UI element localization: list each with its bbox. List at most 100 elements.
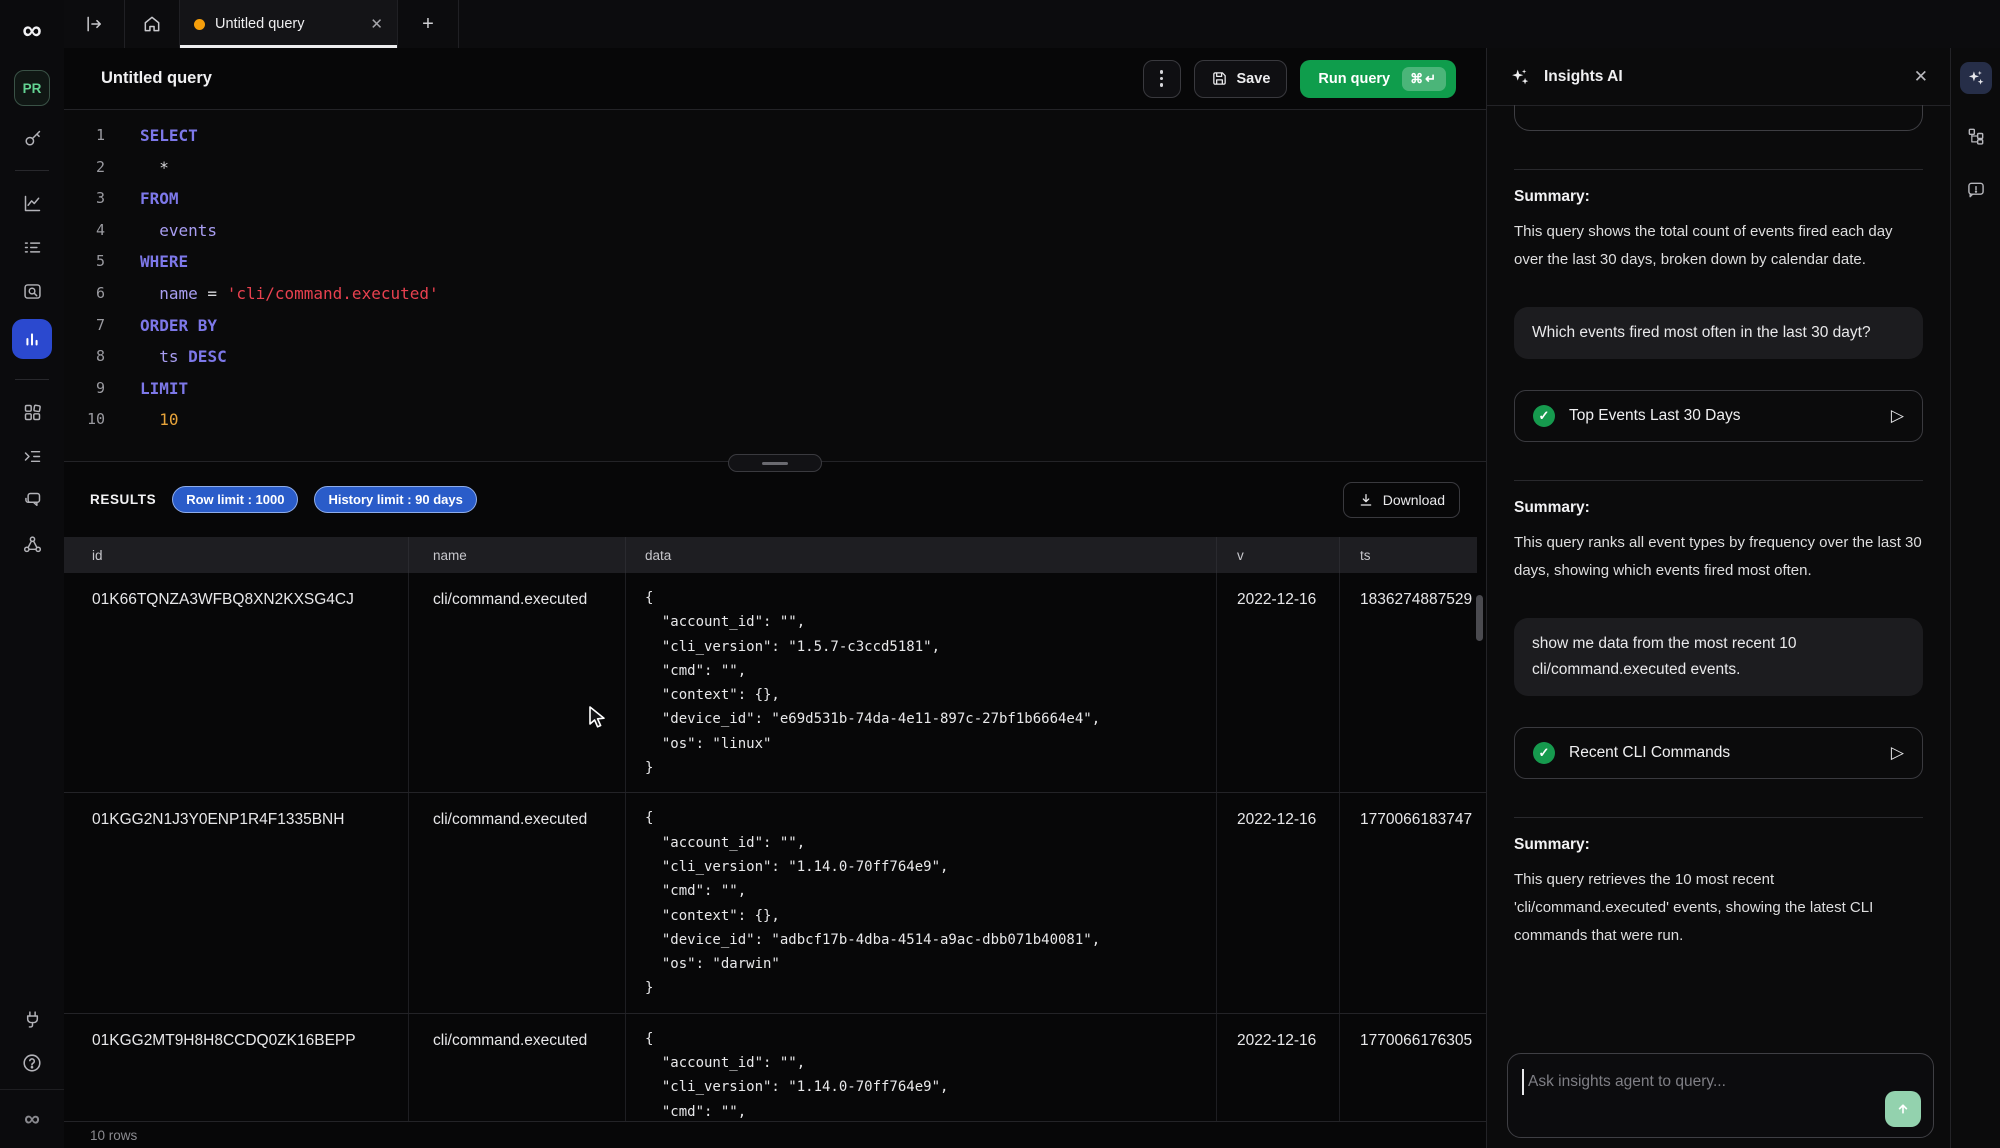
user-message-bubble: Which events fired most often in the las… bbox=[1514, 307, 1923, 359]
action-card-label: Recent CLI Commands bbox=[1569, 744, 1730, 762]
check-circle-icon: ✓ bbox=[1533, 742, 1555, 764]
table-footer: 10 rows bbox=[64, 1121, 1486, 1148]
sql-code: FROM bbox=[140, 183, 179, 215]
input-placeholder: Ask insights agent to query... bbox=[1528, 1073, 1726, 1091]
sql-line[interactable]: 10 10 bbox=[64, 404, 1486, 436]
user-message-bubble: show me data from the most recent 10 cli… bbox=[1514, 618, 1923, 696]
sql-line[interactable]: 2 * bbox=[64, 152, 1486, 184]
sql-code: SELECT bbox=[140, 120, 198, 152]
workspace-badge[interactable]: PR bbox=[14, 70, 50, 106]
cell-name: cli/command.executed bbox=[409, 573, 626, 792]
sparkle-icon bbox=[1509, 66, 1531, 88]
line-number: 4 bbox=[64, 215, 105, 247]
sql-code: WHERE bbox=[140, 246, 188, 278]
cell-v: 2022-12-16 bbox=[1217, 1014, 1340, 1122]
data-explorer-icon[interactable] bbox=[20, 279, 44, 303]
summary-text: This query shows the total count of even… bbox=[1514, 218, 1923, 274]
query-action-card[interactable]: ✓Top Events Last 30 Days▷ bbox=[1514, 390, 1923, 442]
sql-line[interactable]: 4 events bbox=[64, 215, 1486, 247]
sql-lines: 1SELECT2 *3FROM4 events5 WHERE6 name = 'c… bbox=[64, 120, 1486, 436]
sql-code: * bbox=[140, 152, 169, 184]
sql-line[interactable]: 6 name = 'cli/command.executed' bbox=[64, 278, 1486, 310]
api-keys-icon[interactable] bbox=[20, 126, 44, 150]
insights-input[interactable]: Ask insights agent to query... bbox=[1507, 1053, 1934, 1138]
history-limit-badge[interactable]: History limit : 90 days bbox=[314, 486, 476, 513]
results-toolbar: RESULTS Row limit : 1000 History limit :… bbox=[64, 462, 1486, 537]
feedback-rail-button[interactable] bbox=[1964, 178, 1988, 202]
new-tab-button[interactable]: + bbox=[398, 0, 459, 48]
help-icon[interactable] bbox=[20, 1051, 44, 1075]
summary-block: Summary:This query shows the total count… bbox=[1514, 188, 1923, 274]
line-number: 9 bbox=[64, 373, 105, 405]
table-row[interactable]: 01KGG2N1J3Y0ENP1R4F1335BNHcli/command.ex… bbox=[64, 793, 1486, 1013]
sidebar-divider bbox=[15, 379, 49, 380]
query-list-icon[interactable] bbox=[20, 235, 44, 259]
column-header-ts[interactable]: ts bbox=[1340, 537, 1477, 573]
sidebar-footer-logo: ∞ bbox=[0, 1089, 64, 1148]
query-editor-icon-active[interactable] bbox=[12, 319, 52, 359]
table-row[interactable]: 01K66TQNZA3WFBQ8XN2KXSG4CJcli/command.ex… bbox=[64, 573, 1486, 793]
insights-feed: Summary: This query shows the total count… bbox=[1487, 105, 1950, 1148]
apps-icon[interactable] bbox=[20, 400, 44, 424]
cell-ts: 1836274887529 bbox=[1340, 573, 1486, 792]
line-number: 7 bbox=[64, 310, 105, 342]
feed-divider bbox=[1514, 480, 1923, 481]
column-header-name[interactable]: name bbox=[409, 537, 626, 573]
tab-label: Untitled query bbox=[215, 16, 356, 32]
more-options-button[interactable] bbox=[1143, 60, 1181, 98]
plugins-icon[interactable] bbox=[20, 1007, 44, 1031]
sql-line[interactable]: 1SELECT bbox=[64, 120, 1486, 152]
sql-line[interactable]: 3FROM bbox=[64, 183, 1486, 215]
summary-text: This query ranks all event types by freq… bbox=[1514, 529, 1923, 585]
app-logo-icon: ∞ bbox=[22, 16, 41, 44]
run-play-icon[interactable]: ▷ bbox=[1891, 743, 1904, 763]
line-number: 10 bbox=[64, 404, 105, 436]
home-tab-button[interactable] bbox=[125, 0, 180, 48]
column-header-data[interactable]: data bbox=[626, 537, 1217, 573]
expand-sidebar-button[interactable] bbox=[64, 0, 125, 48]
page-title: Untitled query bbox=[101, 69, 212, 88]
tab-bar: Untitled query ✕ + bbox=[64, 0, 2000, 49]
table-scrollbar[interactable] bbox=[1476, 595, 1483, 641]
right-rail bbox=[1950, 48, 2000, 1148]
run-shortcut-badge: ⌘↵ bbox=[1402, 67, 1446, 91]
sparkle-icon bbox=[1966, 68, 1986, 88]
query-workspace: Untitled query Save Run query ⌘↵ 1SELECT… bbox=[64, 48, 1486, 1148]
save-button[interactable]: Save bbox=[1194, 60, 1288, 98]
line-number: 5 bbox=[64, 246, 105, 278]
insights-ai-rail-button[interactable] bbox=[1960, 62, 1992, 94]
sql-line[interactable]: 8 ts DESC bbox=[64, 341, 1486, 373]
integrations-icon[interactable] bbox=[20, 532, 44, 556]
run-play-icon[interactable]: ▷ bbox=[1891, 406, 1904, 426]
summary-text: This query retrieves the 10 most recent … bbox=[1514, 866, 1923, 950]
summary-block: Summary:This query retrieves the 10 most… bbox=[1514, 836, 1923, 950]
console-icon[interactable] bbox=[20, 444, 44, 468]
row-limit-badge[interactable]: Row limit : 1000 bbox=[172, 486, 298, 513]
sql-editor[interactable]: 1SELECT2 *3FROM4 events5 WHERE6 name = 'c… bbox=[64, 110, 1486, 461]
feed-divider bbox=[1514, 169, 1923, 170]
line-number: 8 bbox=[64, 341, 105, 373]
table-row[interactable]: 01KGG2MT9H8H8CCDQ0ZK16BEPPcli/command.ex… bbox=[64, 1014, 1486, 1122]
sql-line[interactable]: 5 WHERE bbox=[64, 246, 1486, 278]
sql-code: name = 'cli/command.executed' bbox=[140, 278, 439, 310]
charts-icon[interactable] bbox=[20, 191, 44, 215]
cell-id: 01KGG2MT9H8H8CCDQ0ZK16BEPP bbox=[64, 1014, 409, 1122]
table-body: 01K66TQNZA3WFBQ8XN2KXSG4CJcli/command.ex… bbox=[64, 573, 1486, 1122]
close-panel-icon[interactable]: ✕ bbox=[1914, 67, 1928, 87]
send-button[interactable] bbox=[1885, 1091, 1921, 1127]
feedback-icon[interactable] bbox=[20, 488, 44, 512]
run-query-button[interactable]: Run query ⌘↵ bbox=[1300, 60, 1456, 98]
sidebar-divider bbox=[15, 170, 49, 171]
schema-tree-rail-button[interactable] bbox=[1964, 124, 1988, 148]
summary-label: Summary: bbox=[1514, 499, 1923, 517]
sql-line[interactable]: 9LIMIT bbox=[64, 373, 1486, 405]
download-button[interactable]: Download bbox=[1343, 482, 1460, 518]
column-header-id[interactable]: id bbox=[64, 537, 409, 573]
query-action-card[interactable]: ✓ Recent CLI Commands ▷ bbox=[1514, 727, 1923, 779]
tab-untitled-query[interactable]: Untitled query ✕ bbox=[180, 0, 398, 48]
sql-line[interactable]: 7ORDER BY bbox=[64, 310, 1486, 342]
column-header-v[interactable]: v bbox=[1217, 537, 1340, 573]
scrolled-card-edge bbox=[1514, 105, 1923, 131]
close-tab-icon[interactable]: ✕ bbox=[370, 15, 383, 33]
row-count: 10 rows bbox=[90, 1128, 137, 1143]
